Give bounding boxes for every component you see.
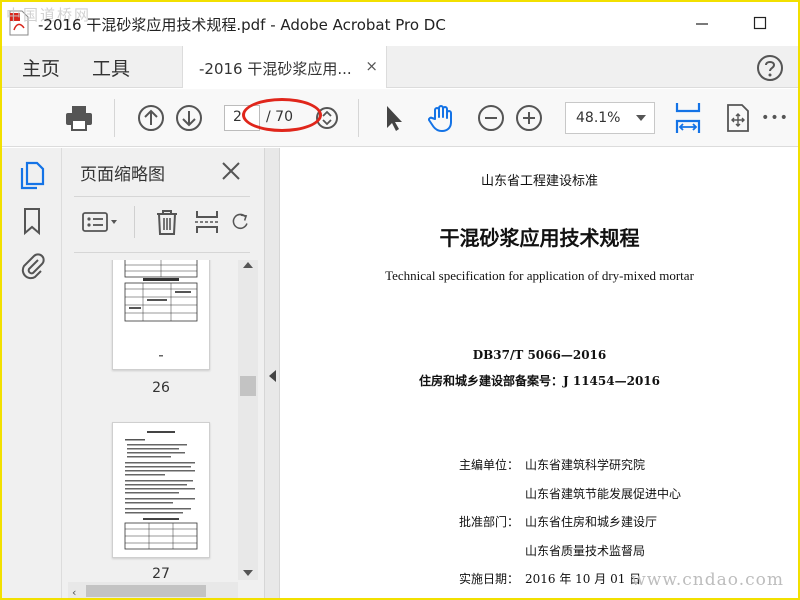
panel-toolbar-divider [134, 206, 135, 238]
print-button[interactable] [64, 103, 94, 133]
panel-divider [74, 252, 250, 253]
scroll-left-arrow-icon[interactable]: ‹ [72, 586, 76, 598]
scrollbar-thumb[interactable] [240, 376, 256, 396]
maximize-button[interactable] [740, 8, 780, 38]
fit-width-button[interactable] [673, 103, 703, 133]
chief-org-2: 山东省建筑节能发展促进中心 [525, 487, 682, 501]
horizontal-scrollbar-thumb[interactable] [86, 585, 206, 597]
paperclip-icon[interactable] [18, 250, 46, 280]
hand-icon [428, 105, 452, 132]
cursor-arrow-icon [387, 106, 402, 131]
bookmark-icon[interactable] [18, 206, 46, 236]
main-toolbar: 2 / 70 48.1% ••• [2, 89, 798, 147]
tab-document-label: -2016 干混砂浆应用... [199, 60, 352, 78]
list-options-icon [82, 212, 117, 232]
title-bar: 中国道桥网 -2016 干混砂浆应用技术规程.pdf - Adobe Acrob… [2, 2, 798, 46]
zoom-in-button[interactable] [514, 103, 544, 133]
tab-document[interactable]: -2016 干混砂浆应用... × [182, 46, 387, 88]
page-thumbnails-icon[interactable] [18, 160, 46, 190]
app-window: 中国道桥网 -2016 干混砂浆应用技术规程.pdf - Adobe Acrob… [0, 0, 800, 600]
doc-record-number: 住房和城乡建设部备案号：J 11454—2016 [418, 374, 660, 388]
fit-width-icon [675, 103, 701, 133]
minimize-icon [696, 23, 708, 25]
thumbnail-options-button[interactable] [80, 208, 122, 236]
close-icon[interactable] [220, 160, 242, 182]
more-tools-button[interactable]: ••• [760, 103, 790, 133]
chief-label: 主编单位： [459, 458, 520, 472]
rotate-icon [232, 213, 248, 230]
doc-subtitle: Technical specification for application … [385, 268, 694, 283]
thumbnails-panel: 页面缩略图 26 27 [62, 148, 264, 598]
plus-circle-icon [516, 105, 542, 131]
approval-org-1: 山东省住房和城乡建设厅 [525, 515, 658, 529]
thumbnail-page[interactable] [112, 260, 210, 370]
thumbnail-horizontal-scrollbar[interactable]: ‹ [68, 582, 238, 598]
panel-title: 页面缩略图 [80, 165, 165, 185]
toolbar-divider [114, 99, 115, 137]
thumbnail-page[interactable] [112, 422, 210, 558]
help-icon[interactable] [756, 54, 784, 82]
doc-standard-number: DB37/T 5066—2016 [472, 348, 607, 362]
insert-pages-icon [195, 211, 219, 233]
toolbar-divider [358, 99, 359, 137]
thumbnail-scrollbar[interactable] [238, 260, 258, 580]
arrow-down-circle-icon [176, 105, 202, 131]
previous-page-button[interactable] [136, 103, 166, 133]
doc-title: 干混砂浆应用技术规程 [439, 226, 640, 250]
page-move-icon [727, 104, 749, 132]
minimize-button[interactable] [682, 8, 722, 38]
menu-tools[interactable]: 工具 [92, 54, 130, 81]
annotation-ellipse [242, 98, 322, 132]
document-view[interactable]: 山东省工程建设标准 干混砂浆应用技术规程 Technical specifica… [281, 148, 798, 598]
doc-header: 山东省工程建设标准 [480, 174, 598, 189]
minus-circle-icon [478, 105, 504, 131]
insert-page-button[interactable] [190, 208, 224, 236]
thumbnail-content [124, 431, 198, 550]
date-label: 实施日期： [459, 572, 520, 586]
select-tool-button[interactable] [378, 103, 408, 133]
next-page-button[interactable] [174, 103, 204, 133]
hand-tool-button[interactable] [426, 103, 456, 133]
trash-icon [157, 210, 177, 235]
approval-org-2: 山东省质量技术监督局 [525, 544, 646, 558]
chevron-down-icon [636, 115, 646, 121]
zoom-value: 48.1% [576, 110, 621, 126]
zoom-out-button[interactable] [476, 103, 506, 133]
collapse-panel-arrow-icon[interactable] [269, 370, 276, 382]
thumbnail-list: 26 27 [62, 260, 264, 598]
panel-divider [74, 196, 250, 197]
zoom-dropdown[interactable]: 48.1% [565, 102, 655, 134]
scroll-down-arrow-icon[interactable] [243, 570, 253, 576]
left-navigation-rail [2, 148, 62, 598]
scroll-up-arrow-icon[interactable] [243, 262, 253, 268]
approval-label: 批准部门： [459, 515, 520, 529]
tab-bar: 主页 工具 -2016 干混砂浆应用... × [2, 46, 798, 88]
menu-home[interactable]: 主页 [22, 54, 60, 81]
delete-page-button[interactable] [150, 208, 184, 236]
panel-splitter[interactable] [264, 148, 280, 598]
date-value: 2016 年 10 月 01 日 [525, 572, 642, 586]
tab-close-button[interactable]: × [365, 57, 378, 75]
printer-icon [66, 106, 92, 131]
watermark-bottom: www.cndao.com [631, 570, 784, 590]
window-title: -2016 干混砂浆应用技术规程.pdf - Adobe Acrobat Pro… [38, 16, 446, 34]
arrow-up-circle-icon [138, 105, 164, 131]
thumbnail-page-number: 26 [152, 380, 170, 396]
scroll-mode-button[interactable] [723, 103, 753, 133]
chief-org-1: 山东省建筑科学研究院 [525, 458, 646, 472]
rotate-page-button[interactable] [230, 208, 250, 236]
thumbnail-content [124, 260, 198, 357]
thumbnail-page-number: 27 [152, 566, 170, 582]
maximize-icon [753, 16, 767, 30]
